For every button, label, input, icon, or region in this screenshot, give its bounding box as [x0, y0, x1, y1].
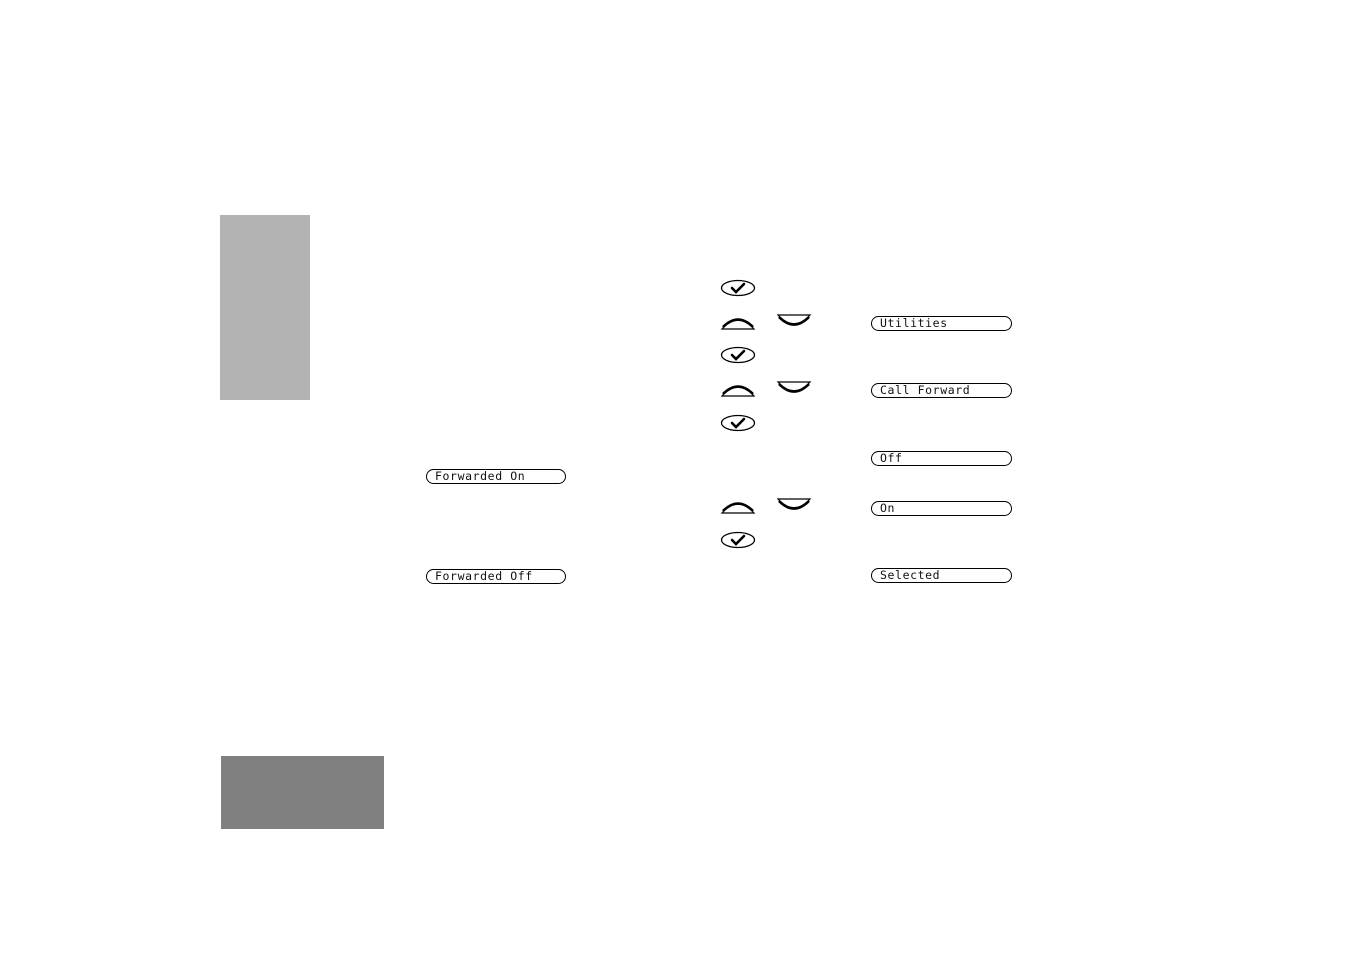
select-key-icon: [720, 279, 756, 297]
select-key-icon: [720, 531, 756, 549]
scroll-down-key-icon: [776, 498, 812, 510]
display-forwarded-on: Forwarded On: [426, 469, 566, 484]
scroll-up-key-icon: [720, 502, 756, 514]
side-tab-upper: [220, 215, 310, 400]
scroll-down-key-icon: [776, 381, 812, 393]
select-key-icon: [720, 414, 756, 432]
scroll-up-key-icon: [720, 318, 756, 330]
display-selected: Selected: [871, 568, 1012, 583]
display-on: On: [871, 501, 1012, 516]
select-key-icon: [720, 346, 756, 364]
scroll-up-key-icon: [720, 385, 756, 397]
display-forwarded-off: Forwarded Off: [426, 569, 566, 584]
scroll-down-key-icon: [776, 314, 812, 326]
side-tab-lower: [221, 756, 384, 829]
display-off: Off: [871, 451, 1012, 466]
display-call-forward: Call Forward: [871, 383, 1012, 398]
display-utilities: Utilities: [871, 316, 1012, 331]
